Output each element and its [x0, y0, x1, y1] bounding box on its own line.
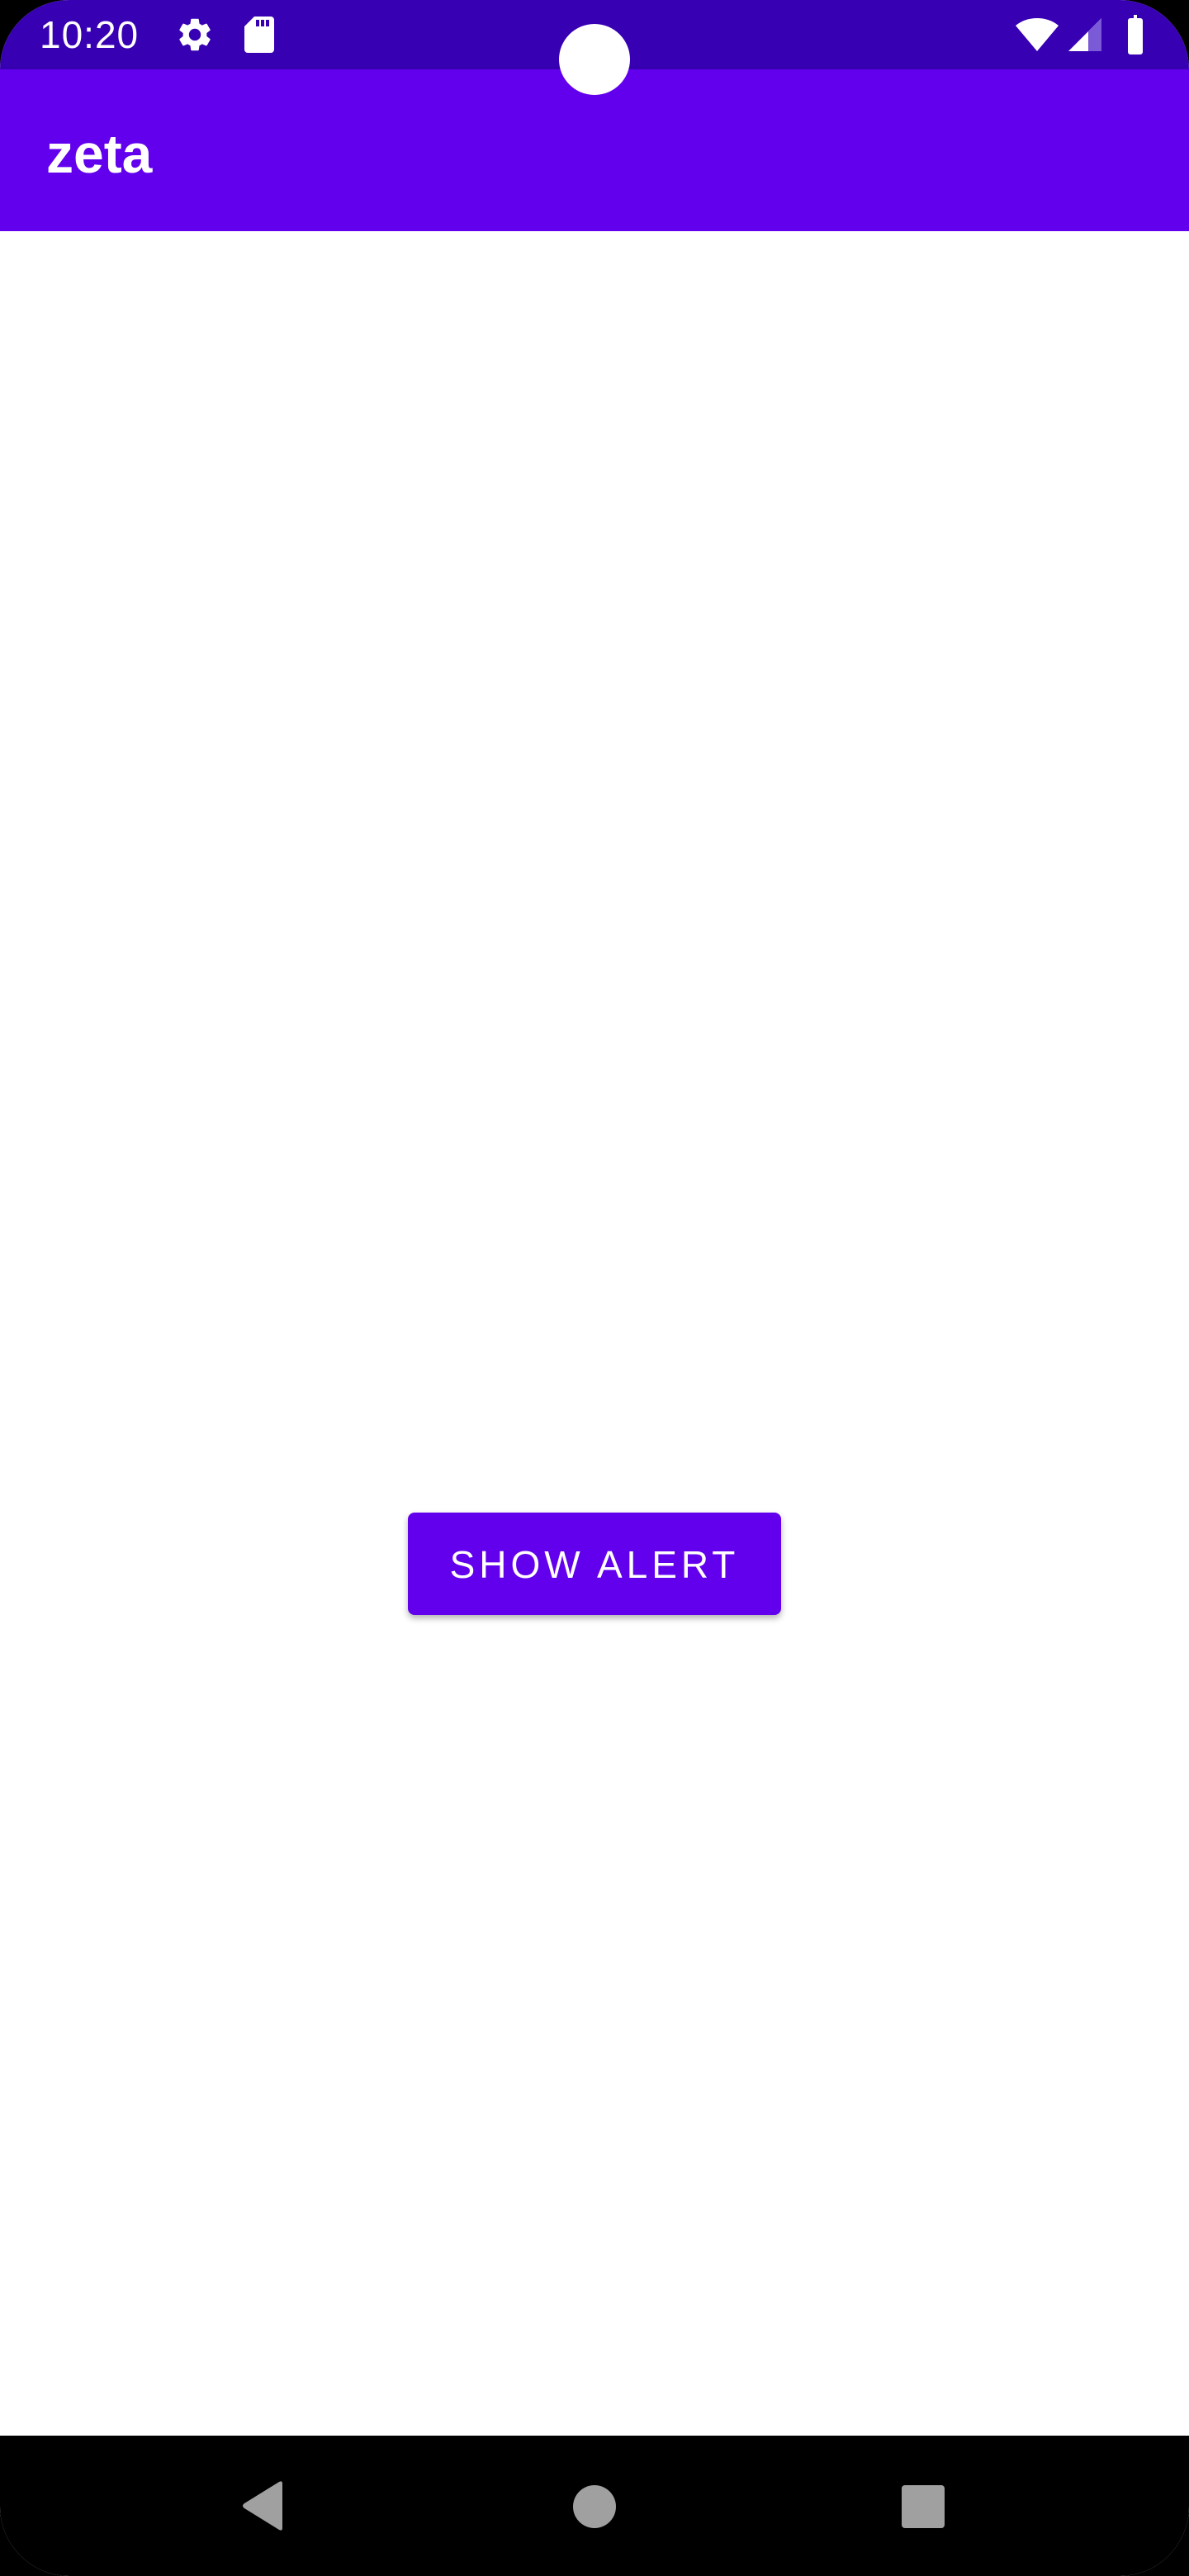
- phone-screen: 10:20 zeta SHOW ALERT: [0, 0, 1189, 2576]
- gear-icon: [179, 18, 211, 51]
- cellular-signal-icon: [1068, 18, 1101, 51]
- back-icon[interactable]: [239, 2480, 286, 2531]
- navigation-bar: [0, 2436, 1189, 2576]
- wifi-icon: [1016, 18, 1059, 51]
- camera-cutout: [559, 24, 630, 95]
- home-icon[interactable]: [573, 2485, 616, 2528]
- show-alert-button[interactable]: SHOW ALERT: [408, 1513, 781, 1615]
- main-content: SHOW ALERT: [0, 231, 1189, 2436]
- app-title: zeta: [46, 123, 153, 184]
- status-time: 10:20: [40, 13, 140, 56]
- sd-card-icon: [244, 17, 274, 53]
- recents-icon[interactable]: [902, 2485, 945, 2528]
- battery-icon: [1128, 15, 1143, 54]
